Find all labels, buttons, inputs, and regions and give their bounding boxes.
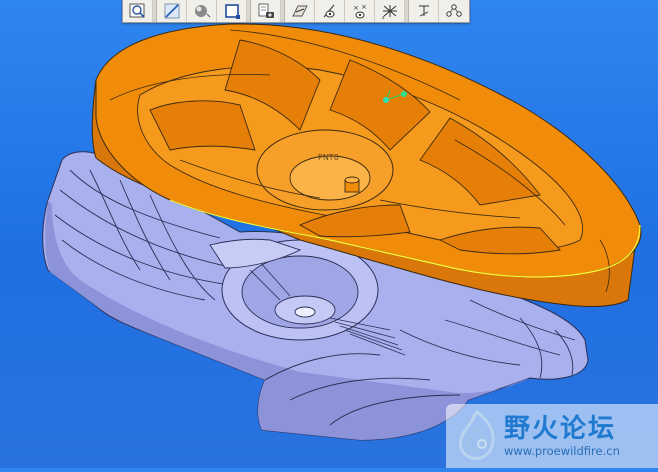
watermark-url: www.proewildfire.cn — [504, 444, 620, 458]
model-viewport[interactable]: PNT0 × × z 野火论坛 www.proewildfire.cn — [0, 0, 658, 468]
watermark-title: 野火论坛 — [504, 414, 617, 444]
datum-axis-icon — [323, 4, 334, 18]
view-toolbar: × × z — [122, 0, 470, 23]
annotation-icon — [418, 5, 429, 17]
sketch-line-button[interactable] — [157, 0, 187, 22]
datum-tag: PNT0 — [318, 153, 339, 162]
zoom-window-icon — [129, 3, 145, 18]
coordinate-system-button[interactable]: z — [375, 0, 405, 22]
lower-hub-center — [294, 306, 316, 318]
save-copy-button[interactable] — [251, 0, 281, 22]
annotation-button[interactable] — [409, 0, 439, 22]
svg-text:×: × — [361, 3, 367, 11]
sketch-line-icon — [164, 3, 179, 19]
shading-button[interactable] — [187, 0, 217, 22]
zoom-window-button[interactable] — [123, 0, 153, 22]
spin-center-button[interactable] — [439, 0, 469, 22]
datum-point-button[interactable]: × × — [345, 0, 375, 22]
shading-sphere-icon — [194, 5, 210, 18]
view-box-icon — [224, 4, 240, 19]
datum-axis-button[interactable] — [315, 0, 345, 22]
view-box-button[interactable] — [217, 0, 247, 22]
forum-watermark: 野火论坛 www.proewildfire.cn — [446, 404, 658, 468]
datum-plane-button[interactable] — [285, 0, 315, 22]
spin-center-icon — [446, 4, 462, 17]
datum-plane-icon — [291, 5, 308, 17]
save-copy-camera-icon — [258, 3, 274, 18]
model-scene[interactable]: PNT0 — [0, 0, 658, 468]
svg-text:×: × — [353, 4, 359, 12]
flame-logo-icon — [458, 409, 495, 460]
datum-point-icon: × × — [353, 3, 367, 19]
upper-hub-boss[interactable] — [344, 176, 360, 193]
coordinate-system-icon: z — [382, 5, 397, 20]
svg-text:z: z — [382, 15, 385, 20]
